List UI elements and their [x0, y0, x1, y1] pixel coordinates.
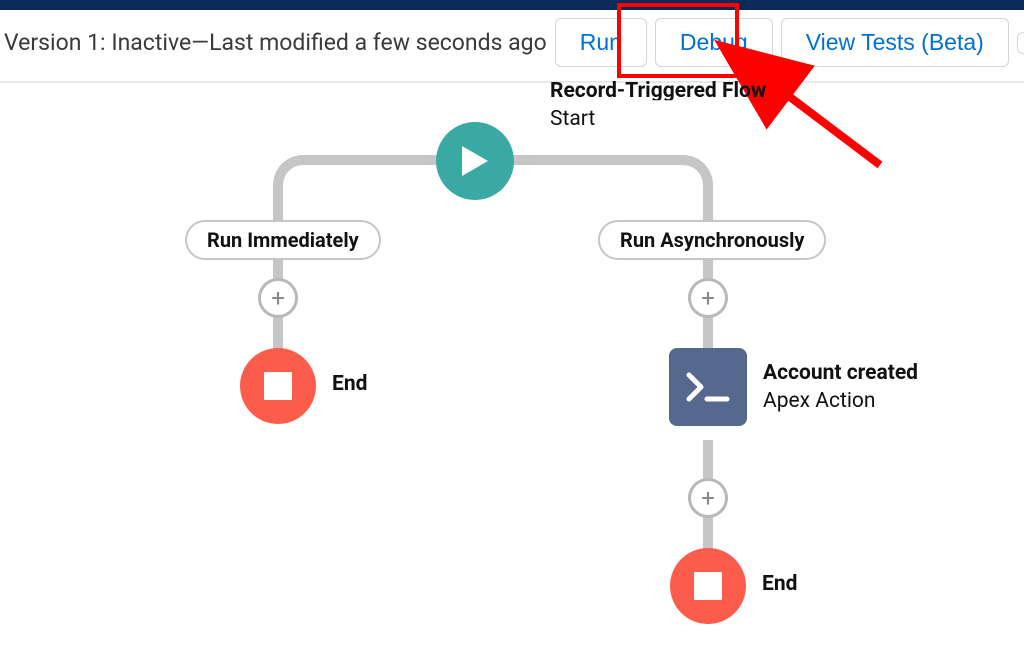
plus-icon: +: [701, 286, 715, 310]
flow-canvas[interactable]: Record-Triggered Flow Start Run Immediat…: [0, 80, 1024, 659]
apex-node-title: Account created: [763, 360, 918, 386]
more-button[interactable]: [1017, 32, 1024, 54]
start-node[interactable]: [436, 122, 514, 200]
apex-action-node[interactable]: [669, 348, 747, 426]
plus-icon: +: [271, 286, 285, 310]
apex-node-subtitle: Apex Action: [763, 388, 918, 414]
debug-button[interactable]: Debug: [655, 18, 773, 67]
add-element-left[interactable]: +: [258, 278, 298, 318]
stop-icon: [693, 571, 723, 601]
end-label-right: End: [762, 572, 797, 596]
toolbar: Version 1: Inactive—Last modified a few …: [0, 10, 1024, 83]
plus-icon: +: [701, 486, 715, 510]
stop-icon: [263, 371, 293, 401]
end-node-left[interactable]: [240, 348, 316, 424]
end-node-right[interactable]: [670, 548, 746, 624]
add-element-right-1[interactable]: +: [688, 278, 728, 318]
flow-header-subtitle: Start: [550, 106, 766, 132]
branch-pill-run-immediately[interactable]: Run Immediately: [185, 220, 381, 260]
terminal-icon: [683, 369, 733, 405]
flow-header-labels: Record-Triggered Flow Start: [550, 78, 766, 133]
view-tests-button[interactable]: View Tests (Beta): [781, 18, 1009, 67]
apex-node-labels: Account created Apex Action: [763, 360, 918, 415]
flow-header-title: Record-Triggered Flow: [550, 78, 766, 104]
run-button[interactable]: Run: [555, 18, 647, 67]
branch-pill-run-asynchronously[interactable]: Run Asynchronously: [598, 220, 826, 260]
add-element-right-2[interactable]: +: [688, 478, 728, 518]
version-status-text: Version 1: Inactive—Last modified a few …: [4, 29, 547, 56]
play-icon: [460, 144, 490, 178]
end-label-left: End: [332, 372, 367, 396]
